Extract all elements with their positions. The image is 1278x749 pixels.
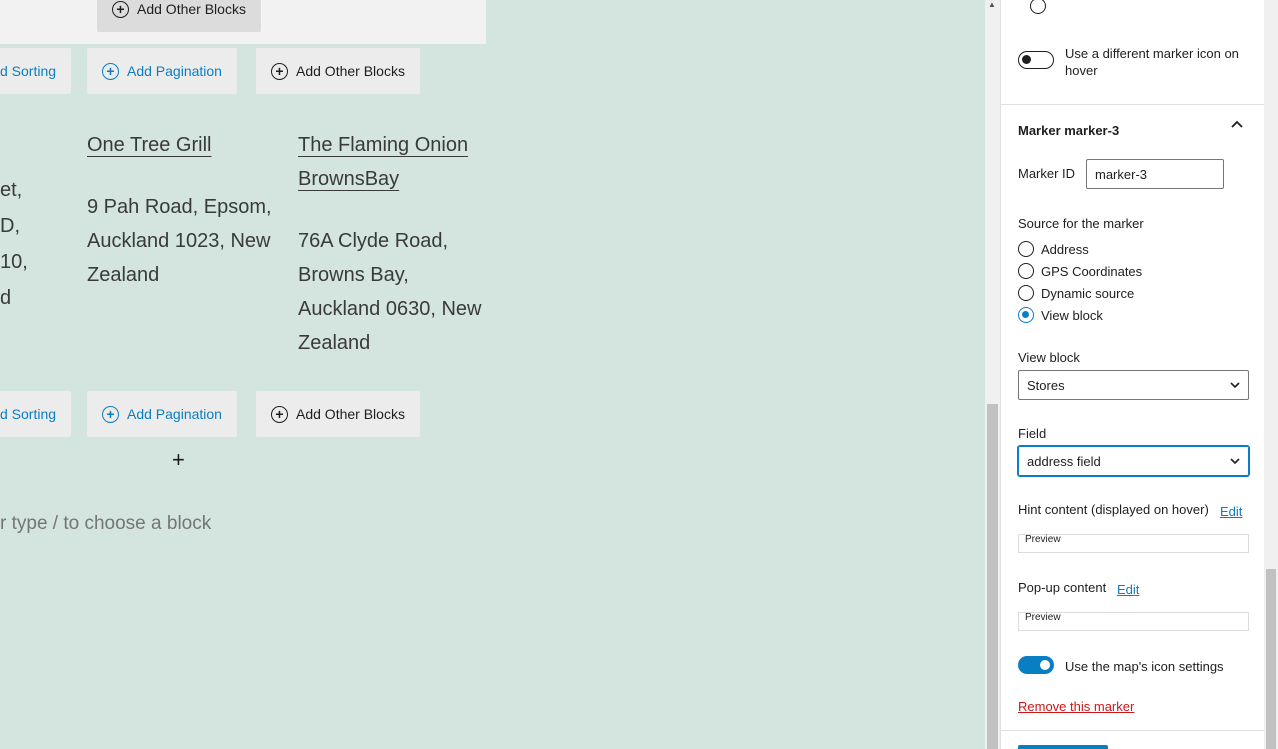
source-label: Source for the marker: [1018, 216, 1144, 231]
truncated-store-address: et, D, 10, d: [0, 179, 28, 309]
map-icon-settings-label: Use the map's icon settings: [1065, 659, 1224, 674]
radio-address-label: Address: [1041, 242, 1089, 257]
canvas-scrollbar-thumb[interactable]: [987, 404, 998, 749]
add-marker-button[interactable]: [1018, 745, 1108, 749]
radio-gps-coordinates[interactable]: [1018, 263, 1034, 279]
add-pagination-button[interactable]: + Add Pagination: [87, 391, 237, 437]
add-other-blocks-button[interactable]: + Add Other Blocks: [256, 391, 420, 437]
hover-icon-toggle[interactable]: [1018, 51, 1054, 69]
hint-preview: Preview: [1018, 534, 1249, 553]
marker-id-label: Marker ID: [1018, 166, 1076, 181]
add-block-plus-icon[interactable]: +: [172, 447, 185, 473]
popup-preview: Preview: [1018, 612, 1249, 631]
editor-canvas: + Add Other Blocks d Sorting + Add Pagin…: [0, 0, 985, 749]
settings-sidebar: Use a different marker icon on hover Mar…: [1000, 0, 1265, 749]
popup-content-label: Pop-up content: [1018, 580, 1107, 595]
map-icon-settings-toggle[interactable]: [1018, 656, 1054, 674]
hint-content-label: Hint content (displayed on hover): [1018, 502, 1209, 517]
add-circle-icon: +: [102, 62, 119, 80]
radio-view-block[interactable]: [1018, 307, 1034, 323]
divider: [1001, 730, 1265, 731]
add-circle-icon: +: [102, 405, 119, 423]
hint-edit-link[interactable]: Edit: [1220, 504, 1242, 519]
add-other-blocks-button-top[interactable]: + Add Other Blocks: [97, 0, 261, 32]
add-circle-icon: +: [271, 405, 288, 423]
view-block-select[interactable]: Stores: [1018, 370, 1249, 400]
view-block-label: View block: [1018, 350, 1080, 365]
remove-marker-link[interactable]: Remove this marker: [1018, 699, 1134, 714]
marker-section-title[interactable]: Marker marker-3: [1018, 123, 1119, 138]
sidebar-scrollbar-thumb[interactable]: [1266, 569, 1276, 749]
hover-icon-toggle-label: Use a different marker icon on hover: [1065, 46, 1239, 78]
field-label: Field: [1018, 426, 1047, 441]
scroll-up-arrow-icon[interactable]: ▲: [988, 0, 996, 9]
add-pagination-button[interactable]: + Add Pagination: [87, 48, 237, 94]
marker-id-input[interactable]: marker-3: [1086, 159, 1224, 189]
radio-gps-coordinates-label: GPS Coordinates: [1041, 264, 1143, 279]
radio-partial[interactable]: [1030, 0, 1046, 14]
store-title-link[interactable]: The Flaming Onion BrownsBay: [298, 128, 468, 196]
radio-view-block-label: View block: [1041, 308, 1103, 323]
store-address: 9 Pah Road, Epsom, Auckland 1023, New Ze…: [87, 196, 272, 286]
chevron-down-icon: [1230, 378, 1240, 393]
chevron-down-icon: [1230, 454, 1240, 469]
popup-edit-link[interactable]: Edit: [1117, 582, 1139, 597]
store-address: 76A Clyde Road, Browns Bay, Auckland 063…: [298, 230, 482, 354]
chevron-up-icon[interactable]: [1230, 118, 1244, 135]
divider: [1001, 104, 1265, 105]
field-select[interactable]: address field: [1018, 446, 1249, 476]
radio-address[interactable]: [1018, 241, 1034, 257]
add-sorting-button[interactable]: d Sorting: [0, 48, 71, 94]
store-title-link[interactable]: One Tree Grill: [87, 128, 211, 162]
add-other-blocks-button[interactable]: + Add Other Blocks: [256, 48, 420, 94]
add-circle-icon: +: [271, 62, 288, 80]
radio-dynamic-source-label: Dynamic source: [1041, 286, 1135, 301]
add-circle-icon: +: [112, 0, 129, 18]
block-appender-placeholder[interactable]: r type / to choose a block: [0, 513, 211, 535]
add-sorting-button[interactable]: d Sorting: [0, 391, 71, 437]
radio-dynamic-source[interactable]: [1018, 285, 1034, 301]
